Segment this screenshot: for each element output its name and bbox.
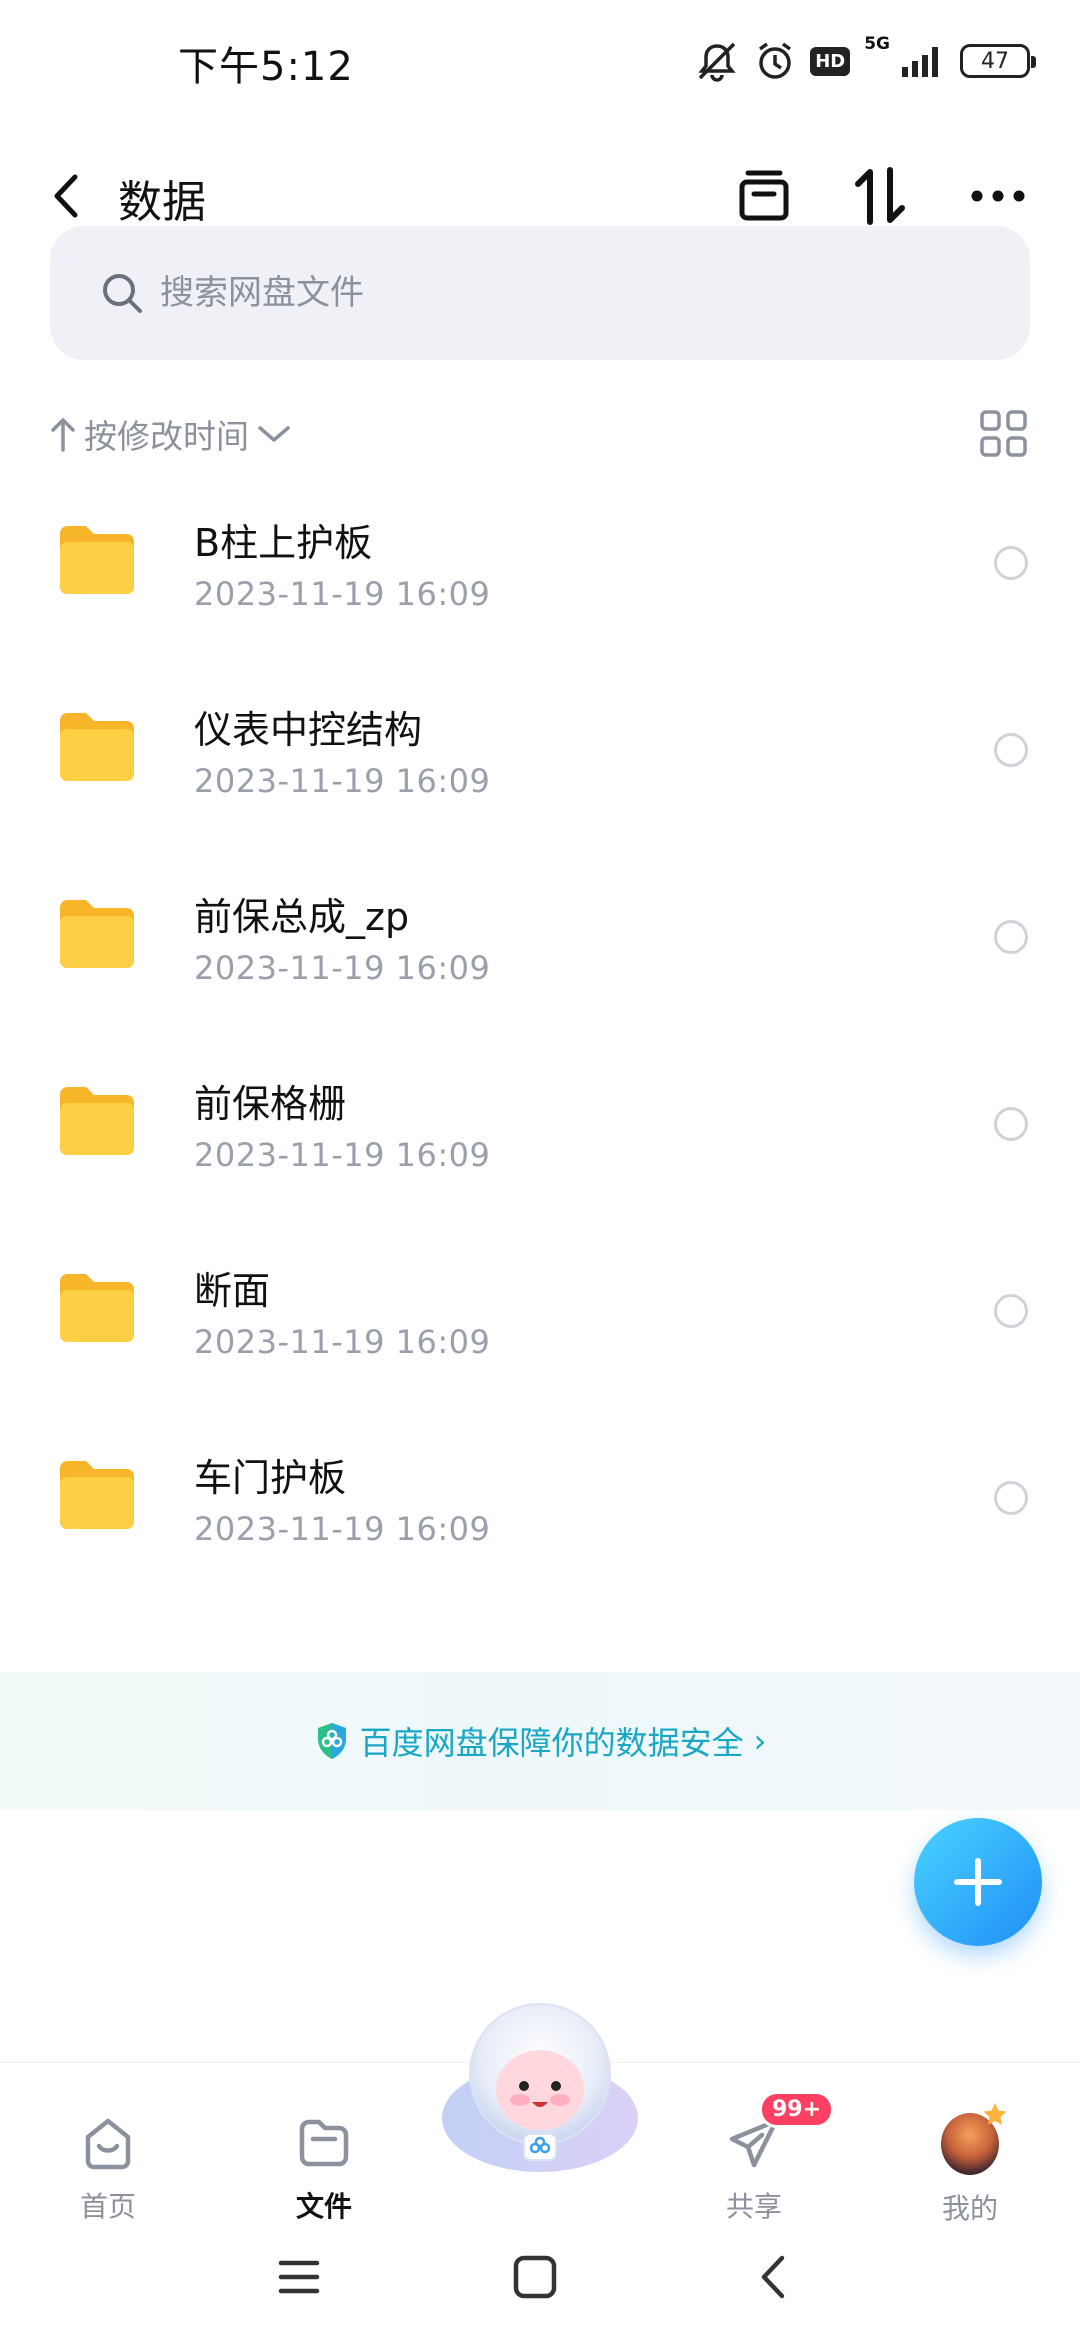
grid-view-icon[interactable] — [978, 408, 1030, 460]
sort-button[interactable]: 按修改时间 — [50, 404, 291, 464]
file-date: 2023-11-19 16:09 — [194, 1323, 491, 1361]
chevron-right-icon: › — [753, 1722, 767, 1760]
mascot-assistant-icon[interactable] — [440, 1998, 640, 2180]
back-triangle-icon — [761, 2255, 785, 2299]
folder-icon — [60, 1087, 134, 1155]
menu-button[interactable] — [264, 2242, 334, 2312]
select-checkbox[interactable] — [994, 1107, 1028, 1141]
security-banner[interactable]: 百度网盘保障你的数据安全 › — [0, 1672, 1080, 1810]
plus-icon — [954, 1858, 1002, 1906]
select-checkbox[interactable] — [994, 1481, 1028, 1515]
page-title: 数据 — [118, 177, 206, 228]
system-nav-bar — [0, 2212, 1080, 2340]
sort-arrow-up-icon — [51, 418, 75, 452]
folder-nav-icon — [295, 2115, 353, 2171]
archive-icon — [739, 170, 789, 221]
folder-icon — [60, 713, 134, 781]
share-badge: 99+ — [759, 2091, 835, 2128]
more-button[interactable] — [962, 158, 1034, 234]
signal-icon — [900, 43, 946, 79]
sort-transfer-icon — [855, 167, 905, 225]
archive-button[interactable] — [728, 158, 800, 234]
avatar-image — [941, 2103, 1007, 2175]
hd-icon: HD — [810, 46, 851, 76]
battery-icon: 47 — [960, 44, 1036, 78]
select-checkbox[interactable] — [994, 920, 1028, 954]
file-row[interactable]: 断面 2023-11-19 16:09 — [0, 1218, 1080, 1405]
mute-bell-icon — [694, 40, 740, 82]
system-back-button[interactable] — [738, 2242, 808, 2312]
nav-home[interactable]: 首页 — [38, 2063, 178, 2223]
star-icon — [983, 2103, 1007, 2125]
shield-icon — [317, 1723, 346, 1759]
select-checkbox[interactable] — [994, 1294, 1028, 1328]
nav-share[interactable]: 99+ 共享 — [684, 2063, 835, 2223]
chevron-down-icon — [258, 426, 290, 442]
sort-label: 按修改时间 — [84, 417, 249, 456]
file-row[interactable]: 前保总成_zp 2023-11-19 16:09 — [0, 844, 1080, 1031]
transfer-button[interactable] — [844, 158, 916, 234]
file-name: 前保总成_zp — [194, 895, 410, 939]
back-icon — [54, 174, 78, 218]
file-date: 2023-11-19 16:09 — [194, 1136, 491, 1174]
file-name: 车门护板 — [194, 1456, 347, 1500]
folder-icon — [60, 900, 134, 968]
file-name: B柱上护板 — [194, 521, 373, 565]
file-date: 2023-11-19 16:09 — [194, 1510, 491, 1548]
alarm-icon — [754, 40, 796, 82]
file-row[interactable]: B柱上护板 2023-11-19 16:09 — [0, 470, 1080, 657]
sort-row: 按修改时间 — [50, 404, 1030, 464]
square-home-icon — [513, 2255, 557, 2299]
network-type: 5G — [864, 34, 890, 54]
select-checkbox[interactable] — [994, 546, 1028, 580]
folder-icon — [60, 1274, 134, 1342]
file-date: 2023-11-19 16:09 — [194, 949, 491, 987]
file-row[interactable]: 车门护板 2023-11-19 16:09 — [0, 1405, 1080, 1592]
file-name: 断面 — [194, 1269, 271, 1313]
nav-files[interactable]: 文件 — [254, 2063, 394, 2223]
back-button[interactable] — [40, 160, 92, 232]
folder-icon — [60, 526, 134, 594]
security-text: 百度网盘保障你的数据安全 — [359, 1724, 744, 1762]
file-date: 2023-11-19 16:09 — [194, 575, 491, 613]
file-row[interactable]: 仪表中控结构 2023-11-19 16:09 — [0, 657, 1080, 844]
avatar — [941, 2103, 1007, 2175]
file-row[interactable]: 前保格栅 2023-11-19 16:09 — [0, 1031, 1080, 1218]
file-name: 仪表中控结构 — [194, 708, 423, 752]
status-icons: HD 5G 47 — [694, 34, 1036, 86]
menu-icon — [278, 2260, 320, 2294]
status-time: 下午5:12 — [178, 44, 354, 90]
search-input[interactable] — [160, 273, 960, 313]
search-icon — [103, 274, 142, 313]
home-button[interactable] — [500, 2242, 570, 2312]
folder-icon — [60, 1461, 134, 1529]
home-icon — [79, 2115, 137, 2171]
nav-mine[interactable]: 我的 — [900, 2063, 1040, 2225]
file-date: 2023-11-19 16:09 — [194, 762, 491, 800]
file-list: B柱上护板 2023-11-19 16:09 仪表中控结构 2023-11-19… — [0, 470, 1080, 1592]
status-bar: 下午5:12 HD 5G 47 — [0, 0, 1080, 120]
add-button[interactable] — [914, 1818, 1042, 1946]
send-icon: 99+ — [725, 2091, 835, 2171]
search-bar[interactable] — [50, 226, 1030, 360]
select-checkbox[interactable] — [994, 733, 1028, 767]
file-name: 前保格栅 — [194, 1082, 347, 1126]
more-icon — [971, 190, 1025, 202]
